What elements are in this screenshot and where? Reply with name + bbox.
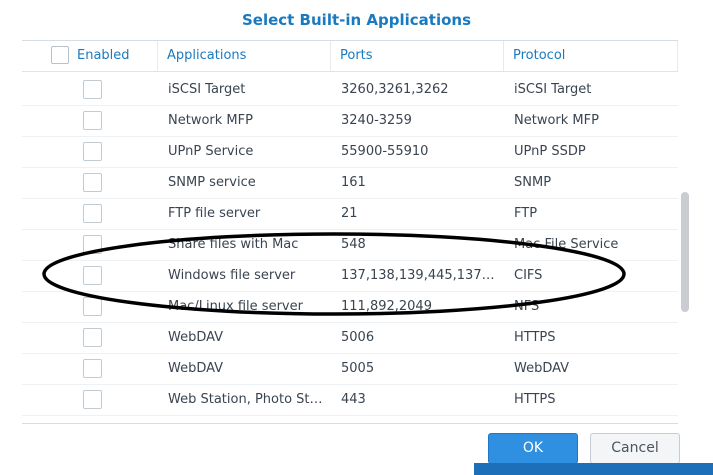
enabled-checkbox[interactable] bbox=[83, 390, 102, 409]
enabled-checkbox[interactable] bbox=[83, 266, 102, 285]
protocol-cell: CIFS bbox=[514, 268, 543, 283]
enabled-checkbox[interactable] bbox=[83, 235, 102, 254]
table-row[interactable]: Mac/Linux file server 111,892,2049 NFS bbox=[22, 291, 678, 323]
vertical-scrollbar[interactable] bbox=[681, 192, 689, 312]
protocol-cell: FTP bbox=[514, 206, 538, 221]
protocol-cell: SNMP bbox=[514, 175, 552, 190]
app-name-cell: FTP file server bbox=[168, 206, 261, 221]
ports-cell: 443 bbox=[341, 392, 366, 407]
enabled-checkbox[interactable] bbox=[83, 80, 102, 99]
table-row[interactable]: iSCSI Target 3260,3261,3262 iSCSI Target bbox=[22, 74, 678, 106]
enabled-checkbox[interactable] bbox=[83, 173, 102, 192]
table-row[interactable]: UPnP Service 55900-55910 UPnP SSDP bbox=[22, 136, 678, 168]
applications-table: Enabled Applications Ports Protocol iSCS… bbox=[22, 40, 678, 424]
enabled-checkbox[interactable] bbox=[83, 142, 102, 161]
ports-cell: 111,892,2049 bbox=[341, 299, 432, 314]
app-name-cell: Share files with Mac bbox=[168, 237, 299, 252]
column-ports[interactable]: Ports bbox=[331, 41, 504, 71]
ports-cell: 21 bbox=[341, 206, 358, 221]
enabled-checkbox[interactable] bbox=[83, 111, 102, 130]
protocol-cell: iSCSI Target bbox=[514, 82, 592, 97]
table-row[interactable]: Windows file server 137,138,139,445,137… C… bbox=[22, 260, 678, 292]
table-row[interactable]: SNMP service 161 SNMP bbox=[22, 167, 678, 199]
protocol-cell: HTTPS bbox=[514, 392, 556, 407]
enabled-checkbox[interactable] bbox=[83, 328, 102, 347]
ports-cell: 5005 bbox=[341, 361, 375, 376]
protocol-cell: UPnP SSDP bbox=[514, 144, 586, 159]
app-name-cell: iSCSI Target bbox=[168, 82, 246, 97]
app-name-cell: WebDAV bbox=[168, 330, 224, 345]
app-name-cell: Network MFP bbox=[168, 113, 253, 128]
table-row[interactable]: Share files with Mac 548 Mac File Service bbox=[22, 229, 678, 261]
protocol-cell: NFS bbox=[514, 299, 540, 314]
ports-cell: 548 bbox=[341, 237, 366, 252]
enabled-checkbox[interactable] bbox=[83, 204, 102, 223]
enabled-checkbox[interactable] bbox=[83, 359, 102, 378]
table-row[interactable]: WebDAV 5005 WebDAV bbox=[22, 353, 678, 385]
ports-cell: 55900-55910 bbox=[341, 144, 429, 159]
protocol-cell: Mac File Service bbox=[514, 237, 619, 252]
select-applications-dialog: Select Built-in Applications Enabled App… bbox=[0, 0, 713, 475]
ports-cell: 161 bbox=[341, 175, 366, 190]
protocol-cell: HTTPS bbox=[514, 330, 556, 345]
app-name-cell: Mac/Linux file server bbox=[168, 299, 303, 314]
table-row[interactable]: WebDAV 5006 HTTPS bbox=[22, 322, 678, 354]
app-name-cell: UPnP Service bbox=[168, 144, 254, 159]
enabled-checkbox[interactable] bbox=[83, 297, 102, 316]
ok-button[interactable]: OK bbox=[488, 433, 578, 464]
protocol-cell: Network MFP bbox=[514, 113, 599, 128]
ports-cell: 3260,3261,3262 bbox=[341, 82, 449, 97]
dialog-title: Select Built-in Applications bbox=[241, 11, 471, 29]
column-enabled-label: Enabled bbox=[77, 48, 130, 63]
column-applications[interactable]: Applications bbox=[158, 41, 331, 71]
ports-cell: 5006 bbox=[341, 330, 375, 345]
taskbar-strip bbox=[474, 463, 713, 475]
app-name-cell: WebDAV bbox=[168, 361, 224, 376]
app-name-cell: Web Station, Photo St… bbox=[168, 392, 323, 407]
protocol-cell: WebDAV bbox=[514, 361, 570, 376]
select-all-checkbox[interactable] bbox=[51, 46, 69, 64]
ports-cell: 137,138,139,445,137… bbox=[341, 268, 495, 283]
table-row[interactable]: FTP file server 21 FTP bbox=[22, 198, 678, 230]
column-enabled: Enabled bbox=[22, 41, 158, 71]
table-row[interactable]: Web Station, Photo St… 443 HTTPS bbox=[22, 384, 678, 416]
ports-cell: 3240-3259 bbox=[341, 113, 412, 128]
table-header: Enabled Applications Ports Protocol bbox=[22, 41, 678, 72]
cancel-button[interactable]: Cancel bbox=[590, 433, 680, 464]
column-protocol[interactable]: Protocol bbox=[504, 41, 678, 71]
app-name-cell: SNMP service bbox=[168, 175, 256, 190]
table-row[interactable]: Network MFP 3240-3259 Network MFP bbox=[22, 105, 678, 137]
app-name-cell: Windows file server bbox=[168, 268, 296, 283]
